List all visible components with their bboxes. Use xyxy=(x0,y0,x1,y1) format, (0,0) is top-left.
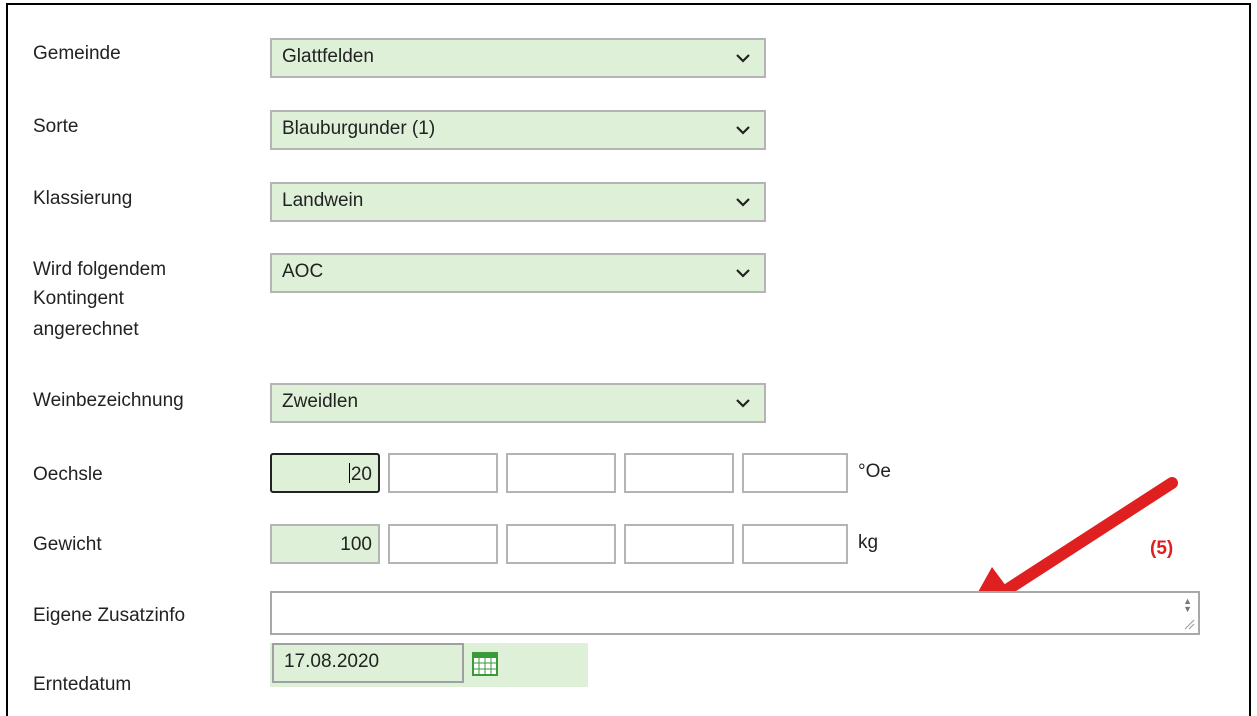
oechsle-label: Oechsle xyxy=(33,464,103,485)
kontingent-label-line2: Kontingent xyxy=(33,288,124,309)
oechsle-input-5[interactable] xyxy=(742,453,848,493)
erntedatum-container: 17.08.2020 xyxy=(270,643,588,687)
erntedatum-value: 17.08.2020 xyxy=(284,651,380,672)
gewicht-input-2[interactable] xyxy=(388,524,498,564)
oechsle-value-1: 20 xyxy=(350,464,372,485)
gemeinde-value: Glattfelden xyxy=(282,46,374,67)
erntedatum-input[interactable]: 17.08.2020 xyxy=(272,643,464,683)
chevron-down-icon xyxy=(736,399,750,408)
chevron-down-icon xyxy=(736,269,750,278)
oechsle-input-2[interactable] xyxy=(388,453,498,493)
sorte-select[interactable]: Blauburgunder (1) xyxy=(270,110,766,150)
oechsle-input-3[interactable] xyxy=(506,453,616,493)
sorte-label: Sorte xyxy=(33,116,79,137)
chevron-down-icon xyxy=(736,126,750,135)
oechsle-unit: °Oe xyxy=(858,461,891,482)
calendar-icon[interactable] xyxy=(472,652,498,676)
klassierung-value: Landwein xyxy=(282,190,364,211)
chevron-down-icon xyxy=(736,54,750,63)
chevron-down-icon xyxy=(736,198,750,207)
kontingent-select[interactable]: AOC xyxy=(270,253,766,293)
gewicht-value-1: 100 xyxy=(340,534,372,555)
gewicht-input-4[interactable] xyxy=(624,524,734,564)
gewicht-label: Gewicht xyxy=(33,534,102,555)
resize-grip-icon[interactable] xyxy=(1183,618,1195,630)
klassierung-select[interactable]: Landwein xyxy=(270,182,766,222)
kontingent-label-line3: angerechnet xyxy=(33,319,139,340)
gewicht-input-1[interactable]: 100 xyxy=(270,524,380,564)
oechsle-input-4[interactable] xyxy=(624,453,734,493)
kontingent-value: AOC xyxy=(282,261,324,282)
zusatzinfo-textarea[interactable]: ▲ ▼ xyxy=(270,591,1200,635)
gewicht-input-5[interactable] xyxy=(742,524,848,564)
weinbezeichnung-select[interactable]: Zweidlen xyxy=(270,383,766,423)
spinner-arrows-icon[interactable]: ▲ ▼ xyxy=(1183,597,1192,614)
oechsle-row: 20 °Oe xyxy=(270,453,970,493)
gemeinde-select[interactable]: Glattfelden xyxy=(270,38,766,78)
weinbezeichnung-value: Zweidlen xyxy=(282,391,359,412)
kontingent-label-line1: Wird folgendem xyxy=(33,259,167,280)
text-caret xyxy=(348,463,350,483)
gemeinde-label: Gemeinde xyxy=(33,43,121,64)
erntedatum-label: Erntedatum xyxy=(33,674,132,695)
zusatzinfo-label: Eigene Zusatzinfo xyxy=(33,605,186,626)
klassierung-label: Klassierung xyxy=(33,188,133,209)
weinbezeichnung-label: Weinbezeichnung xyxy=(33,390,184,411)
sorte-value: Blauburgunder (1) xyxy=(282,118,436,139)
gewicht-unit: kg xyxy=(858,532,879,553)
oechsle-input-1[interactable]: 20 xyxy=(270,453,380,493)
gewicht-input-3[interactable] xyxy=(506,524,616,564)
gewicht-row: 100 kg xyxy=(270,524,970,564)
